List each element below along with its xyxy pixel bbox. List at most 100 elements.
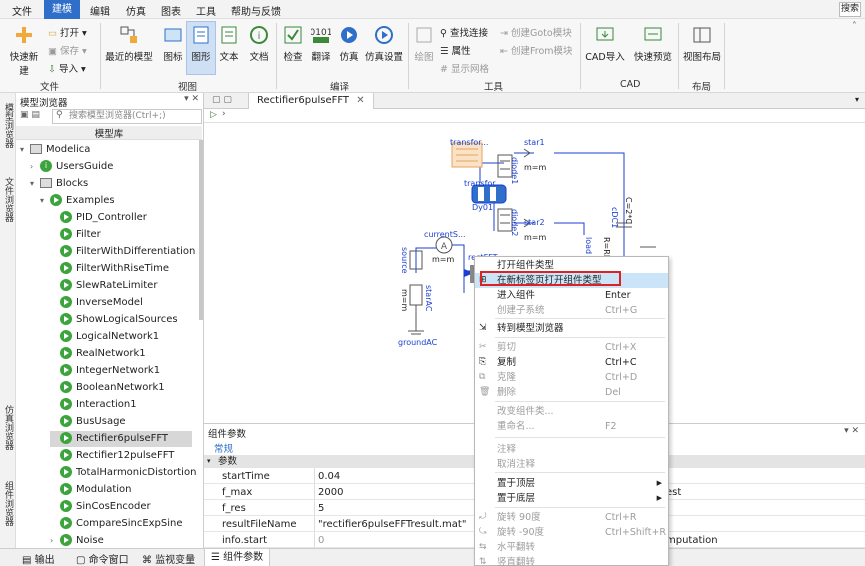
tree-item[interactable]: BusUsage — [50, 414, 126, 430]
tree-item[interactable]: IntegerNetwork1 — [50, 363, 160, 379]
tree-item[interactable]: Modulation — [50, 482, 132, 498]
tab-simulation-browser[interactable]: 仿真浏览器 — [2, 405, 15, 450]
browser-search-input[interactable]: 搜索模型浏览器(Ctrl+;) — [52, 109, 202, 124]
browser-toolbar-icons[interactable]: ▣ ▤ — [20, 110, 40, 120]
context-menu-item[interactable]: ⎘ 复制 Ctrl+C — [475, 355, 668, 370]
context-menu-item[interactable]: 改变组件类... — [475, 404, 668, 419]
tree-item[interactable]: PID_Controller — [50, 210, 147, 226]
search-button[interactable]: 搜索 — [839, 2, 861, 17]
context-menu-item[interactable]: ⤿ 旋转 -90度 Ctrl+Shift+R — [475, 525, 668, 540]
translate-button[interactable]: 0101 翻译 — [308, 25, 334, 63]
view-layout-button[interactable]: 视图布局 — [682, 25, 722, 63]
context-menu-item[interactable]: ⧉ 克隆 Ctrl+D — [475, 370, 668, 385]
tree-item[interactable]: SlewRateLimiter — [50, 278, 157, 294]
tab-component-params[interactable]: ☰ 组件参数 — [204, 549, 271, 566]
tree-item[interactable]: ▾ Modelica — [20, 142, 90, 158]
open-button[interactable]: ▭ 打开 ▾ — [48, 25, 87, 39]
docs-view-button[interactable]: i 文档 — [246, 25, 272, 63]
text-view-button[interactable]: 文本 — [216, 25, 242, 63]
properties-button[interactable]: ☰ 属性 — [440, 43, 471, 57]
context-menu-item[interactable]: 置于底层 ▶ — [475, 491, 668, 506]
simulate-button[interactable]: 仿真 — [336, 25, 362, 63]
create-goto-button[interactable]: ⇥ 创建Goto模块 — [500, 25, 572, 39]
context-menu-item[interactable]: 创建子系统 Ctrl+G — [475, 303, 668, 318]
context-menu-item[interactable]: ⇲ 转到模型浏览器 — [475, 321, 668, 336]
tab-model-browser[interactable]: 模型浏览器 — [2, 103, 15, 148]
sim-settings-button[interactable]: 仿真设置 — [364, 25, 404, 63]
find-connection-button[interactable]: ⚲ 查找连接 — [440, 25, 488, 39]
tab-watch-variables[interactable]: ⌘ 监视变量 — [142, 551, 195, 566]
tree-item[interactable]: RealNetwork1 — [50, 346, 146, 362]
diagram-view-button[interactable]: 图形 — [188, 25, 214, 63]
param-value[interactable]: 5 — [318, 501, 324, 516]
tab-output[interactable]: ▤ 输出 — [22, 551, 55, 566]
panel-buttons[interactable]: ▾ ✕ — [844, 426, 859, 436]
recent-models-button[interactable]: 最近的模型 — [104, 25, 154, 63]
tree-item[interactable]: ▾ Blocks — [30, 176, 88, 192]
tree-item[interactable]: › Noise — [50, 533, 104, 549]
context-menu-item[interactable]: 取消注释 — [475, 457, 668, 472]
show-grid-button[interactable]: # 显示网格 — [440, 61, 489, 75]
browser-title-buttons[interactable]: ▾ ✕ — [184, 94, 199, 104]
tree-item[interactable]: TotalHarmonicDistortion — [50, 465, 196, 481]
document-tab[interactable]: Rectifier6pulseFFT ✕ — [248, 93, 374, 109]
context-menu-item[interactable]: 进入组件 Enter — [475, 288, 668, 303]
expand-arrow-icon[interactable]: › — [30, 159, 40, 175]
menu-help[interactable]: 帮助与反馈 — [231, 3, 281, 18]
create-from-button[interactable]: ⇤ 创建From模块 — [500, 43, 573, 57]
cad-import-button[interactable]: CAD导入 — [584, 25, 626, 63]
tree-item[interactable]: Rectifier6pulseFFT — [50, 431, 192, 447]
tree-item[interactable]: Rectifier12pulseFFT — [50, 448, 174, 464]
context-menu-item[interactable]: ⤾ 旋转 90度 Ctrl+R — [475, 510, 668, 525]
quick-new-button[interactable]: 快速新建 — [6, 25, 42, 77]
tree-item[interactable]: CompareSincExpSine — [50, 516, 183, 532]
collapse-ribbon-icon[interactable]: ˄ — [852, 21, 857, 32]
tree-item[interactable]: › i UsersGuide — [30, 159, 113, 175]
tree-item[interactable]: FilterWithRiseTime — [50, 261, 169, 277]
tab-file-browser[interactable]: 文件浏览器 — [2, 177, 15, 222]
expand-arrow-icon[interactable]: ▾ — [40, 193, 50, 209]
import-button[interactable]: ⇩ 导入 ▾ — [48, 61, 86, 75]
param-value[interactable]: 2000 — [318, 485, 343, 500]
save-button[interactable]: ▣ 保存 ▾ — [48, 43, 87, 57]
context-menu-item[interactable]: ⇅ 竖直翻转 — [475, 555, 668, 566]
check-button[interactable]: 检查 — [280, 25, 306, 63]
context-menu-item[interactable]: 重命名... F2 — [475, 419, 668, 434]
param-value[interactable]: "rectifier6pulseFFTresult.mat" — [318, 517, 466, 532]
icon-view-button[interactable]: 图标 — [160, 25, 186, 63]
tree-item[interactable]: BooleanNetwork1 — [50, 380, 165, 396]
menu-modeling[interactable]: 建模 — [44, 0, 80, 19]
context-menu-item[interactable]: 注释 — [475, 442, 668, 457]
menu-charts[interactable]: 图表 — [161, 3, 181, 18]
tree-item[interactable]: ShowLogicalSources — [50, 312, 178, 328]
tree-item[interactable]: Filter — [50, 227, 101, 243]
menu-edit[interactable]: 编辑 — [90, 3, 110, 18]
tree-item[interactable]: ▾ Examples — [40, 193, 115, 209]
browser-scrollbar[interactable] — [199, 140, 203, 320]
draw-button[interactable]: 绘图 — [412, 25, 436, 63]
tree-item[interactable]: SinCosEncoder — [50, 499, 151, 515]
run-arrow-icon[interactable]: ▷ — [210, 110, 217, 120]
context-menu-item[interactable]: 🗑 删除 Del — [475, 385, 668, 400]
tab-nav-icons[interactable]: ▢ ▢ — [212, 95, 232, 105]
tab-menu-icon[interactable]: ▾ — [855, 95, 859, 104]
param-value[interactable]: 0.04 — [318, 469, 340, 484]
tab-command-window[interactable]: ▢ 命令窗口 — [76, 551, 129, 566]
tree-item[interactable]: InverseModel — [50, 295, 143, 311]
menu-file[interactable]: 文件 — [12, 3, 32, 18]
param-value[interactable]: 0 — [318, 533, 324, 548]
tab-component-browser[interactable]: 组件浏览器 — [2, 481, 15, 526]
menu-simulation[interactable]: 仿真 — [126, 3, 146, 18]
context-menu-item[interactable]: ⇆ 水平翻转 — [475, 540, 668, 555]
context-menu-item[interactable]: ✂ 剪切 Ctrl+X — [475, 340, 668, 355]
expand-arrow-icon[interactable]: ▾ — [20, 142, 30, 158]
menu-tools[interactable]: 工具 — [196, 3, 216, 18]
tree-item[interactable]: LogicalNetwork1 — [50, 329, 159, 345]
quick-preview-button[interactable]: 快速预览 — [632, 25, 674, 63]
expand-arrow-icon[interactable]: ▾ — [30, 176, 40, 192]
tree-item[interactable]: Interaction1 — [50, 397, 137, 413]
context-menu-item[interactable]: 置于顶层 ▶ — [475, 476, 668, 491]
expand-arrow-icon[interactable]: › — [50, 533, 60, 549]
tree-item[interactable]: FilterWithDifferentiation — [50, 244, 195, 260]
close-tab-icon[interactable]: ✕ — [356, 95, 364, 106]
